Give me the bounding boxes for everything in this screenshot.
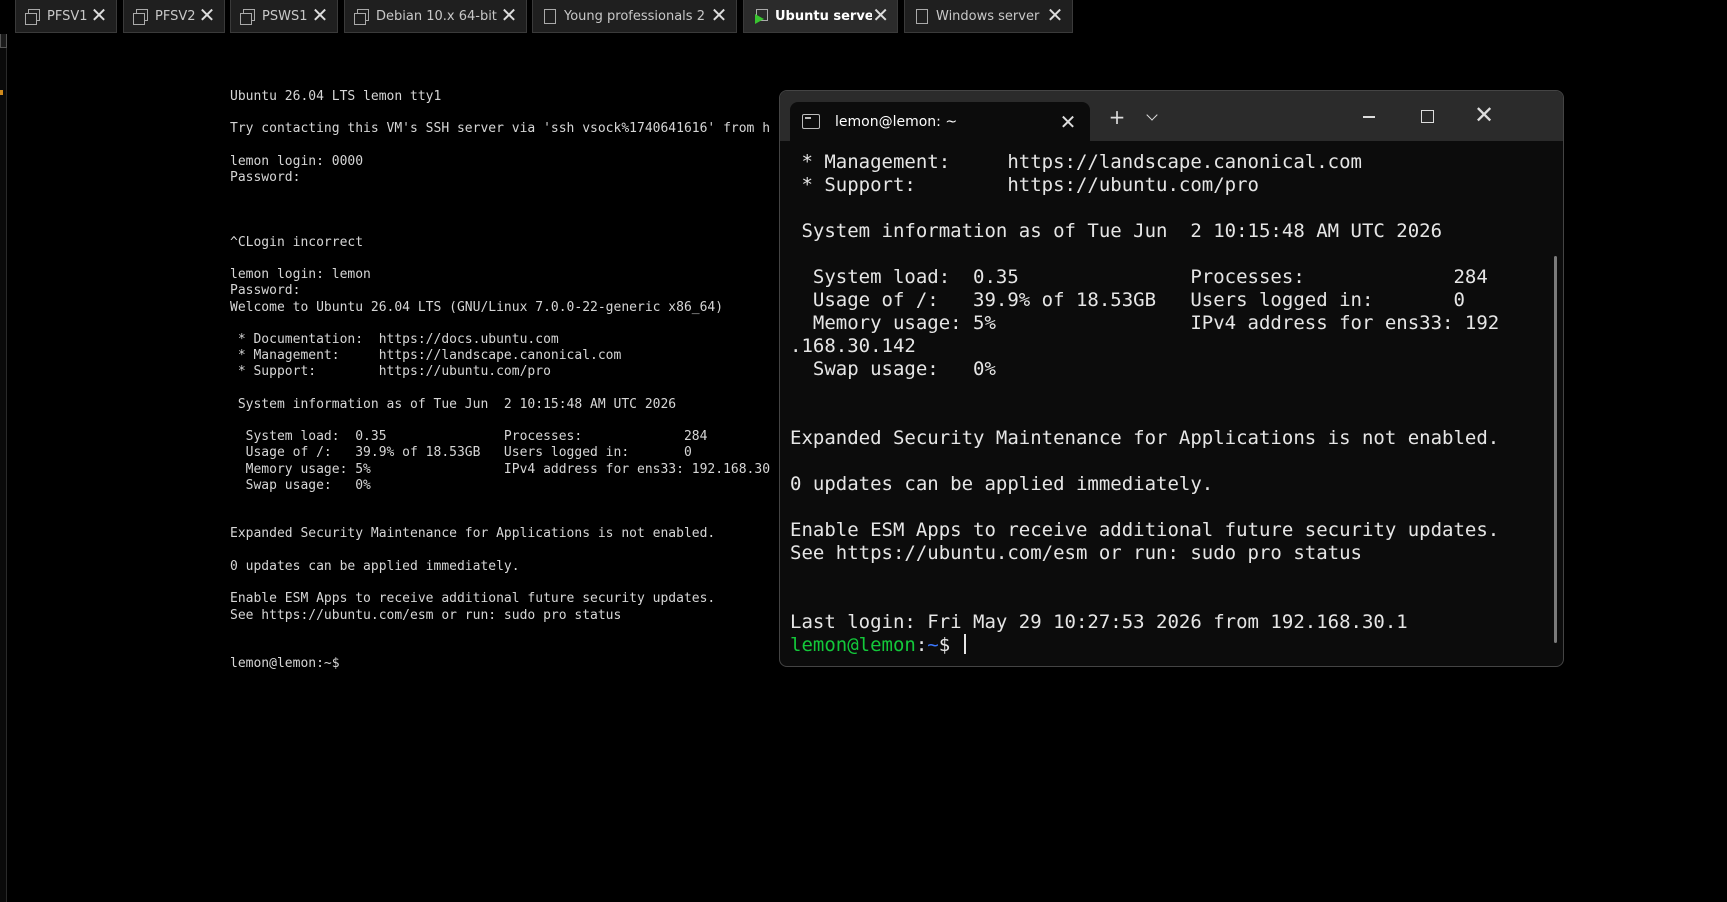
terminal-window: lemon@lemon: ~ ✕ + ✕ * Management: https… (779, 90, 1564, 667)
vm-tab-bar: PFSV1 ✕ PFSV2 ✕ PSWS1 ✕ Debian 10.x 64-b… (0, 0, 1727, 34)
close-tab-icon[interactable]: ✕ (1058, 110, 1078, 134)
text-cursor (963, 634, 966, 654)
vm-running-icon (753, 8, 768, 24)
window-close-button[interactable]: ✕ (1461, 101, 1507, 131)
tab-ubuntu-server[interactable]: Ubuntu server ✕ (743, 0, 898, 33)
tab-label: Ubuntu server (775, 8, 873, 24)
tab-label: PFSV2 (155, 8, 196, 24)
document-icon (914, 8, 929, 24)
terminal-tab[interactable]: lemon@lemon: ~ ✕ (790, 102, 1090, 141)
prompt-path: ~ (927, 634, 939, 656)
close-icon[interactable]: ✕ (872, 5, 889, 25)
left-edge-indicator (0, 90, 3, 95)
console-line: * Management: https://landscape.canonica… (230, 348, 622, 364)
console-line: Try contacting this VM's SSH server via … (230, 121, 771, 137)
terminal-text: * Management: https://landscape.canonica… (790, 151, 1500, 633)
terminal-tab-title: lemon@lemon: ~ (835, 113, 958, 130)
tab-label: Debian 10.x 64-bit (376, 8, 497, 24)
console-line: System information as of Tue Jun 2 10:15… (230, 396, 677, 412)
close-icon[interactable]: ✕ (1046, 5, 1064, 25)
prompt-colon: : (915, 634, 928, 656)
tab-pfsv2[interactable]: PFSV2 ✕ (123, 0, 225, 33)
close-icon[interactable]: ✕ (198, 5, 216, 25)
tab-label: PSWS1 (262, 8, 308, 24)
console-line: lemon login: lemon (230, 267, 371, 283)
tab-pfsv1[interactable]: PFSV1 ✕ (15, 0, 117, 33)
console-line: * Documentation: https://docs.ubuntu.com (230, 332, 559, 348)
vm-icon (354, 8, 369, 25)
console-line: System load: 0.35 Processes: 284 (230, 429, 708, 445)
terminal-titlebar[interactable]: lemon@lemon: ~ ✕ + ✕ (780, 91, 1563, 141)
console-line: 0 updates can be applied immediately. (230, 558, 520, 574)
tab-label: PFSV1 (47, 8, 88, 24)
close-icon[interactable]: ✕ (311, 5, 329, 25)
terminal-scrollbar[interactable] (1554, 256, 1557, 643)
console-line: Swap usage: 0% (230, 477, 371, 493)
tab-windows-server[interactable]: Windows server ✕ (904, 0, 1073, 33)
vm-console-output[interactable]: Ubuntu 26.04 LTS lemon tty1 Try contacti… (230, 89, 790, 672)
maximize-button[interactable] (1404, 101, 1450, 131)
tab-psws1[interactable]: PSWS1 ✕ (230, 0, 338, 33)
tab-label: Young professionals 2 (564, 8, 705, 24)
console-line: ^CLogin incorrect (230, 234, 364, 250)
console-line: Enable ESM Apps to receive additional fu… (230, 591, 716, 607)
chevron-down-icon[interactable] (1138, 105, 1168, 129)
minimize-button[interactable] (1346, 101, 1392, 131)
close-icon[interactable]: ✕ (710, 5, 728, 25)
console-line: Ubuntu 26.04 LTS lemon tty1 (230, 89, 442, 104)
vm-icon (25, 8, 40, 25)
console-line: Password: (230, 170, 301, 186)
tab-label: Windows server (936, 8, 1040, 24)
console-line: Usage of /: 39.9% of 18.53GB Users logge… (230, 445, 692, 461)
document-icon (542, 8, 557, 24)
console-line: Expanded Security Maintenance for Applic… (230, 526, 716, 542)
prompt-user: lemon@lemon (790, 634, 916, 656)
console-line: * Support: https://ubuntu.com/pro (230, 364, 551, 380)
terminal-icon (802, 114, 820, 129)
console-line: Welcome to Ubuntu 26.04 LTS (GNU/Linux 7… (230, 299, 724, 315)
console-line: lemon@lemon:~$ (230, 656, 340, 672)
console-line: lemon login: 0000 (230, 153, 364, 169)
close-icon[interactable]: ✕ (90, 5, 108, 25)
vm-icon (240, 8, 255, 25)
vm-icon (133, 8, 148, 25)
left-edge (0, 0, 7, 902)
new-tab-button[interactable]: + (1102, 105, 1132, 129)
console-line: Password: (230, 283, 301, 299)
terminal-output[interactable]: * Management: https://landscape.canonica… (790, 151, 1549, 658)
console-line: Memory usage: 5% IPv4 address for ens33:… (230, 461, 771, 477)
close-icon[interactable]: ✕ (500, 5, 518, 25)
tab-debian[interactable]: Debian 10.x 64-bit ✕ (344, 0, 527, 33)
tab-young-professionals-2[interactable]: Young professionals 2 ✕ (532, 0, 737, 33)
console-line: See https://ubuntu.com/esm or run: sudo … (230, 607, 622, 623)
prompt-symbol: $ (938, 634, 962, 656)
